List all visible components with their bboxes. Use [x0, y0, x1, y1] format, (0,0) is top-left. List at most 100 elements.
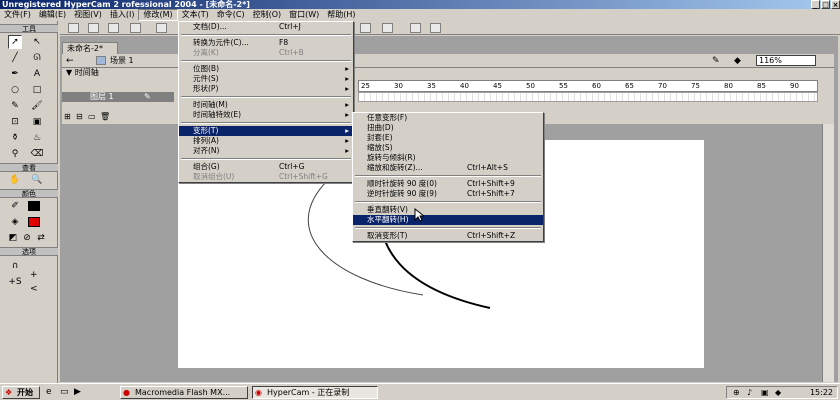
hand-tool-icon[interactable]: ✋ — [8, 173, 22, 187]
task-hypercam[interactable]: ◉ HyperCam - 正在录制 — [252, 386, 378, 399]
align-icon[interactable] — [360, 23, 371, 33]
quicklaunch-media-icon[interactable]: ▶ — [74, 387, 81, 397]
text-tool-icon[interactable]: A — [30, 67, 44, 81]
stop-control-icon[interactable] — [430, 23, 441, 33]
modify-menu-item[interactable]: 组合(G) Ctrl+G — [179, 162, 353, 172]
stroke-color-icon[interactable]: ✐ — [8, 199, 22, 213]
save-icon[interactable] — [108, 23, 119, 33]
menu-item-3[interactable]: 插入(I) — [106, 9, 139, 21]
modify-menu-item[interactable]: 文档(D)... Ctrl+J — [179, 22, 353, 32]
task-flash[interactable]: ● Macromedia Flash MX... — [120, 386, 248, 399]
menu-item-0[interactable]: 文件(F) — [0, 9, 35, 21]
modify-menu-item[interactable]: 时间轴特效(E) ▸ — [179, 110, 353, 120]
menu-item-1[interactable]: 编辑(E) — [35, 9, 70, 21]
transform-menu-item[interactable]: 取消变形(T) Ctrl+Shift+Z — [353, 231, 543, 241]
edit-symbol-icon[interactable]: ✎ — [712, 56, 720, 66]
modify-menu-item[interactable]: 转换为元件(C)... F8 — [179, 38, 353, 48]
modify-menu-item[interactable]: 形状(P) ▸ — [179, 84, 353, 94]
smooth-option-icon[interactable]: +S — [8, 275, 22, 289]
back-arrow-icon[interactable]: ← — [66, 56, 74, 66]
timeline-toggle[interactable]: ▼ 时间轴 — [62, 68, 162, 78]
menu-item-4[interactable]: 修改(M) — [138, 9, 178, 21]
rectangle-tool-icon[interactable]: □ — [30, 83, 44, 97]
ink-bottle-tool-icon[interactable]: ⚱ — [8, 131, 22, 145]
fill-color-swatch[interactable] — [28, 217, 40, 227]
tray-volume-icon[interactable]: ♪ — [747, 388, 752, 397]
transform-menu-item[interactable]: 水平翻转(H) — [353, 215, 543, 225]
fill-transform-tool-icon[interactable]: ▣ — [30, 115, 44, 129]
arrow-tool-icon[interactable]: ➚ — [8, 35, 22, 49]
open-file-icon[interactable] — [88, 23, 99, 33]
paint-bucket-tool-icon[interactable]: ♨ — [30, 131, 44, 145]
oval-tool-icon[interactable]: ○ — [8, 83, 22, 97]
line-tool-icon[interactable]: ╱ — [8, 51, 22, 65]
modify-menu-item[interactable]: 位图(B) ▸ — [179, 64, 353, 74]
transform-menu-item[interactable]: 逆时针旋转 90 度(9) Ctrl+Shift+7 — [353, 189, 543, 199]
minimize-button[interactable]: _ — [811, 0, 820, 9]
swap-colors-icon[interactable]: ⇄ — [34, 231, 48, 245]
free-transform-tool-icon[interactable]: ⊡ — [8, 115, 22, 129]
transform-menu-item[interactable]: 任意变形(F) — [353, 113, 543, 123]
edit-scene-icon[interactable]: ◆ — [734, 56, 741, 66]
transform-menu-item[interactable]: 缩放(S) — [353, 143, 543, 153]
menu-item-6[interactable]: 命令(C) — [213, 9, 249, 21]
quicklaunch-ie-icon[interactable]: e — [46, 387, 52, 397]
no-color-icon[interactable]: ⊘ — [20, 231, 34, 245]
zoom-tool-icon[interactable]: 🔍 — [30, 173, 44, 187]
fill-color-icon[interactable]: ◈ — [8, 215, 22, 229]
tray-network-icon[interactable]: ⊕ — [733, 388, 740, 397]
tray-security-icon[interactable]: ◆ — [775, 388, 781, 397]
frame-row[interactable] — [358, 92, 818, 102]
modify-menu-item[interactable]: 排列(A) ▸ — [179, 136, 353, 146]
modify-menu-item[interactable]: 时间轴(M) ▸ — [179, 100, 353, 110]
document-tab[interactable]: 未命名-2* — [62, 42, 118, 54]
menu-item-8[interactable]: 窗口(W) — [285, 9, 323, 21]
transform-menu-item[interactable]: 垂直翻转(V) — [353, 205, 543, 215]
frame-ruler[interactable]: 25 30 35 40 45 50 55 60 65 70 75 80 85 90 — [358, 80, 818, 92]
vertical-scrollbar[interactable] — [822, 124, 834, 382]
play-control-icon[interactable] — [410, 23, 421, 33]
modify-menu-item[interactable]: 变形(T) ▸ — [179, 126, 353, 136]
layer-edit-pencil-icon: ✎ — [144, 92, 151, 101]
modify-menu-item[interactable]: 分离(K) Ctrl+B — [179, 48, 353, 58]
add-layer-icon[interactable]: ⊞ — [64, 112, 71, 121]
print-icon[interactable] — [130, 23, 141, 33]
menu-item-2[interactable]: 视图(V) — [70, 9, 106, 21]
pen-tool-icon[interactable]: ✒ — [8, 67, 22, 81]
default-colors-icon[interactable]: ◩ — [6, 231, 20, 245]
new-file-icon[interactable] — [68, 23, 79, 33]
menu-item-label: 封套(E) — [367, 133, 393, 142]
straighten-option-icon[interactable]: +< — [30, 270, 44, 294]
menu-item-9[interactable]: 帮助(H) — [323, 9, 359, 21]
brush-tool-icon[interactable]: 🖌 — [30, 99, 44, 113]
tray-app-icon[interactable]: ▣ — [761, 388, 769, 397]
modify-menu-item[interactable]: 取消组合(U) Ctrl+Shift+G — [179, 172, 353, 182]
zoom-select[interactable]: 116% — [756, 55, 816, 66]
transform-menu-item[interactable]: 封套(E) — [353, 133, 543, 143]
transform-menu-item[interactable]: 顺时针旋转 90 度(0) Ctrl+Shift+9 — [353, 179, 543, 189]
lasso-tool-icon[interactable]: ᘏ — [30, 51, 44, 65]
add-folder-icon[interactable]: ▭ — [88, 112, 96, 121]
modify-menu-item[interactable]: 对齐(N) ▸ — [179, 146, 353, 156]
transform-menu-item[interactable]: 扭曲(D) — [353, 123, 543, 133]
add-guide-icon[interactable]: ⊟ — [76, 112, 83, 121]
eraser-tool-icon[interactable]: ⌫ — [30, 147, 44, 161]
menu-item-7[interactable]: 控制(O) — [249, 9, 286, 21]
cut-icon[interactable] — [156, 23, 167, 33]
modify-menu-item[interactable]: 元件(S) ▸ — [179, 74, 353, 84]
pencil-tool-icon[interactable]: ✎ — [8, 99, 22, 113]
start-button[interactable]: ❖ 开始 — [2, 386, 40, 399]
maximize-button[interactable]: □ — [821, 0, 830, 9]
quicklaunch-desktop-icon[interactable]: ▭ — [60, 387, 69, 397]
snap-magnet-icon[interactable]: ∩ — [8, 259, 22, 273]
transform-menu-item[interactable]: 缩放和旋转(Z)... Ctrl+Alt+S — [353, 163, 543, 173]
transform-menu-item[interactable]: 旋转与倾斜(R) — [353, 153, 543, 163]
menu-item-5[interactable]: 文本(T) — [178, 9, 213, 21]
layer-row[interactable]: 图层 1 ✎ — [62, 92, 174, 102]
eyedropper-tool-icon[interactable]: ⚲ — [8, 147, 22, 161]
close-button[interactable]: × — [831, 0, 840, 9]
snap-icon[interactable] — [382, 23, 393, 33]
stroke-color-swatch[interactable] — [28, 201, 40, 211]
subselect-tool-icon[interactable]: ↖ — [30, 35, 44, 49]
delete-layer-icon[interactable]: 🗑 — [100, 112, 110, 121]
